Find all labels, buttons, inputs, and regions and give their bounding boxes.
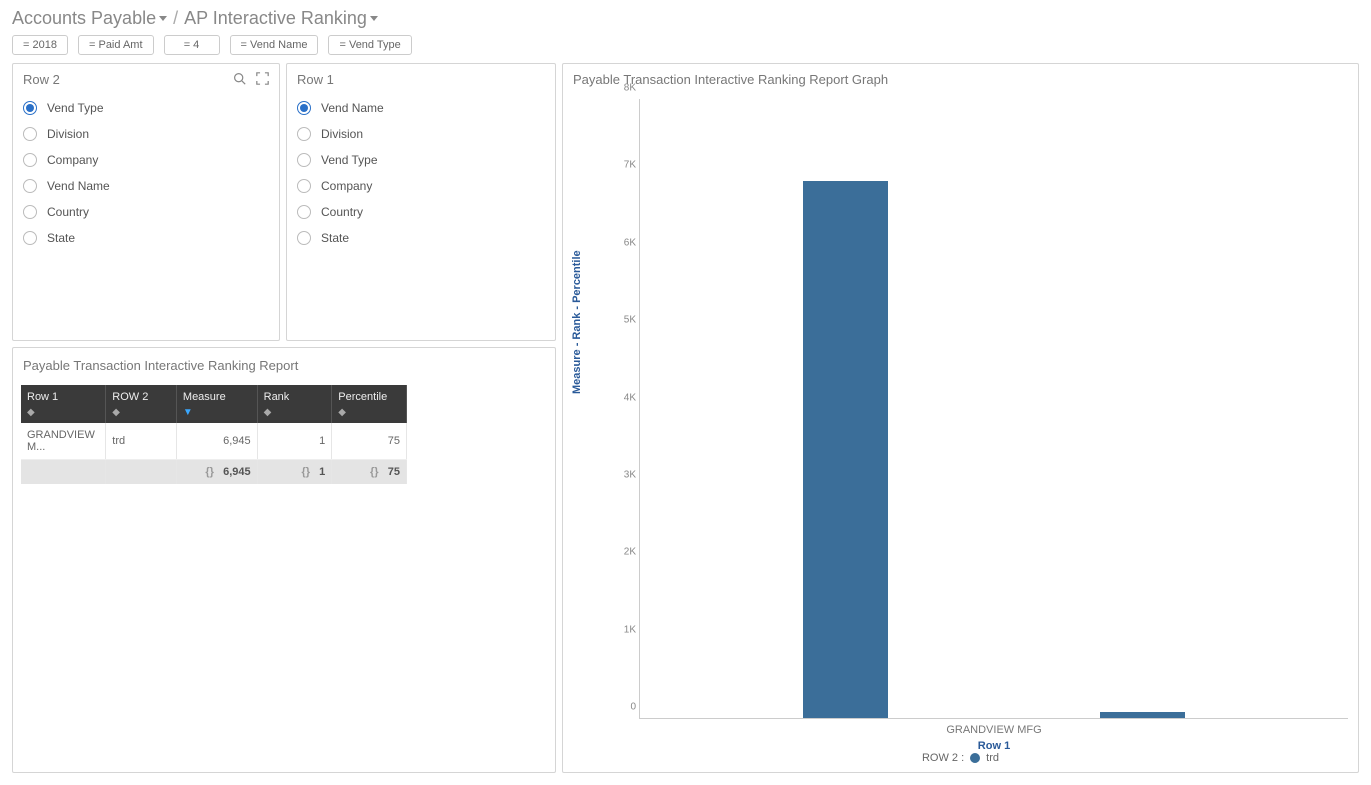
radio-icon [297, 127, 311, 141]
row2-option-vendname[interactable]: Vend Name [23, 173, 269, 199]
row1-title: Row 1 [297, 72, 334, 87]
radio-icon [297, 101, 311, 115]
chart-legend: ROW 2 : trd [563, 752, 1358, 764]
row1-option-country[interactable]: Country [297, 199, 545, 225]
report-table: Row 1◆ ROW 2◆ Measure▼ Rank◆ Percentile◆… [21, 385, 407, 484]
cell-rank: 1 [257, 423, 332, 460]
bar-measure[interactable] [803, 181, 888, 718]
search-icon[interactable] [233, 72, 246, 87]
radio-icon [297, 205, 311, 219]
filter-row2[interactable]: = Vend Type [328, 35, 411, 55]
ytick: 7K [612, 160, 636, 171]
breadcrumb-current[interactable]: AP Interactive Ranking [184, 8, 378, 29]
radio-icon [297, 179, 311, 193]
row1-option-vendtype[interactable]: Vend Type [297, 147, 545, 173]
radio-icon [23, 205, 37, 219]
row1-option-vendname[interactable]: Vend Name [297, 95, 545, 121]
graph-title: Payable Transaction Interactive Ranking … [563, 64, 1358, 95]
ytick: 6K [612, 237, 636, 248]
total-measure: {} 6,945 [176, 460, 257, 485]
col-row2[interactable]: ROW 2◆ [106, 385, 177, 423]
legend-value: trd [986, 752, 999, 764]
filter-year[interactable]: = 2018 [12, 35, 68, 55]
ytick: 0 [612, 702, 636, 713]
col-measure[interactable]: Measure▼ [176, 385, 257, 423]
row2-option-vendtype[interactable]: Vend Type [23, 95, 269, 121]
radio-icon [297, 231, 311, 245]
breadcrumb: Accounts Payable / AP Interactive Rankin… [12, 8, 1359, 29]
report-panel: Payable Transaction Interactive Ranking … [12, 347, 556, 773]
row2-option-company[interactable]: Company [23, 147, 269, 173]
row2-title: Row 2 [23, 72, 60, 87]
filter-measure[interactable]: = Paid Amt [78, 35, 154, 55]
row1-option-company[interactable]: Company [297, 173, 545, 199]
radio-icon [297, 153, 311, 167]
table-total-row: {} 6,945 {} 1 {} 75 [21, 460, 407, 485]
legend-prefix: ROW 2 : [922, 752, 964, 764]
row2-option-division[interactable]: Division [23, 121, 269, 147]
row1-panel: Row 1 Vend Name Division Vend Type Compa… [286, 63, 556, 341]
x-axis-title: Row 1 [640, 740, 1348, 752]
radio-icon [23, 153, 37, 167]
ytick: 5K [612, 315, 636, 326]
radio-icon [23, 101, 37, 115]
col-rank[interactable]: Rank◆ [257, 385, 332, 423]
caret-down-icon [159, 16, 167, 21]
col-row1[interactable]: Row 1◆ [21, 385, 106, 423]
expand-icon[interactable] [256, 72, 269, 87]
row1-option-state[interactable]: State [297, 225, 545, 251]
cell-row1: GRANDVIEW M... [21, 423, 106, 460]
row1-radio-list: Vend Name Division Vend Type Company Cou… [287, 95, 555, 251]
y-axis-label: Measure - Rank - Percentile [571, 250, 583, 394]
row1-option-division[interactable]: Division [297, 121, 545, 147]
breadcrumb-parent[interactable]: Accounts Payable [12, 8, 167, 29]
ytick: 2K [612, 547, 636, 558]
row2-option-state[interactable]: State [23, 225, 269, 251]
cell-percentile: 75 [332, 423, 407, 460]
filter-rank[interactable]: = 4 [164, 35, 220, 55]
row2-radio-list: Vend Type Division Company Vend Name Cou… [13, 95, 279, 251]
ytick: 3K [612, 469, 636, 480]
caret-down-icon [370, 16, 378, 21]
cell-row2: trd [106, 423, 177, 460]
legend-swatch-icon [970, 753, 980, 763]
x-category: GRANDVIEW MFG [640, 724, 1348, 736]
radio-icon [23, 179, 37, 193]
breadcrumb-separator: / [173, 8, 178, 29]
chart-plot[interactable]: 0 1K 2K 3K 4K 5K 6K 7K 8K GRANDVIEW MFG … [639, 99, 1348, 719]
graph-panel: Payable Transaction Interactive Ranking … [562, 63, 1359, 773]
cell-measure: 6,945 [176, 423, 257, 460]
bar-secondary[interactable] [1100, 712, 1185, 718]
row2-panel: Row 2 Vend Type Division Company Vend [12, 63, 280, 341]
table-row[interactable]: GRANDVIEW M... trd 6,945 1 75 [21, 423, 407, 460]
radio-icon [23, 127, 37, 141]
report-title: Payable Transaction Interactive Ranking … [13, 348, 555, 385]
filter-row1[interactable]: = Vend Name [230, 35, 319, 55]
row2-option-country[interactable]: Country [23, 199, 269, 225]
radio-icon [23, 231, 37, 245]
ytick: 8K [612, 83, 636, 94]
filter-bar: = 2018 = Paid Amt = 4 = Vend Name = Vend… [0, 35, 1371, 63]
ytick: 4K [612, 392, 636, 403]
total-rank: {} 1 [257, 460, 332, 485]
col-percentile[interactable]: Percentile◆ [332, 385, 407, 423]
total-percentile: {} 75 [332, 460, 407, 485]
ytick: 1K [612, 624, 636, 635]
